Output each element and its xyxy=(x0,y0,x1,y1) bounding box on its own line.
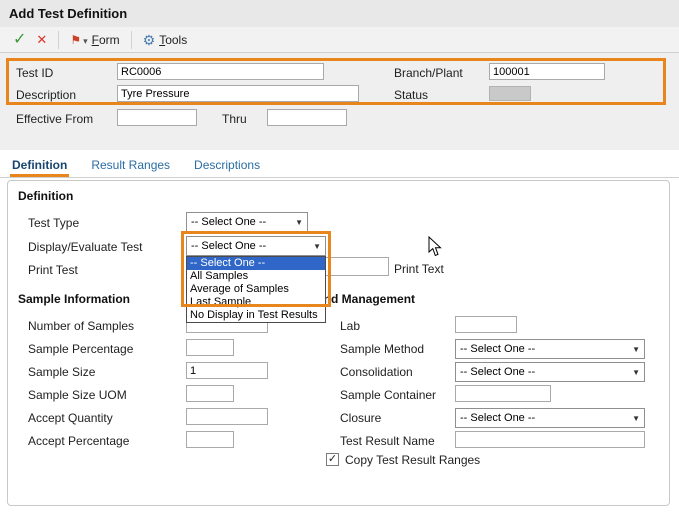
tab-descriptions[interactable]: Descriptions xyxy=(192,153,262,177)
consolidation-label: Consolidation xyxy=(340,365,413,379)
status-label: Status xyxy=(394,88,428,102)
dropdown-arrow-icon: ▼ xyxy=(295,218,303,227)
copy-test-result-ranges-label: Copy Test Result Ranges xyxy=(345,453,480,467)
tools-gear-icon: ⚙ xyxy=(143,33,156,47)
closure-selected-value: -- Select One -- xyxy=(460,412,535,424)
effective-from-input[interactable] xyxy=(117,109,197,126)
dropdown-arrow-icon: ▼ xyxy=(632,368,640,377)
print-text-label: Print Text xyxy=(394,262,444,276)
dropdown-option-average-of-samples[interactable]: Average of Samples xyxy=(187,283,325,296)
cancel-button[interactable]: ✕ xyxy=(31,31,52,48)
accept-percentage-label: Accept Percentage xyxy=(28,434,129,448)
accept-quantity-label: Accept Quantity xyxy=(28,411,113,425)
display-evaluate-test-label: Display/Evaluate Test xyxy=(28,240,143,254)
form-exit-icon: ⚑ xyxy=(70,34,81,46)
add-test-definition-window: Add Test Definition ✓ ✕ ⚑ ▾ Form ⚙ Tools… xyxy=(0,0,679,516)
sample-method-label: Sample Method xyxy=(340,342,424,356)
closure-select[interactable]: -- Select One -- ▼ xyxy=(455,408,645,428)
dropdown-option-select-one[interactable]: -- Select One -- xyxy=(187,257,325,270)
toolbar-separator xyxy=(58,31,59,49)
sample-size-input[interactable] xyxy=(186,362,268,379)
test-id-input[interactable] xyxy=(117,63,324,80)
number-of-samples-label: Number of Samples xyxy=(28,319,134,333)
dropdown-option-last-sample[interactable]: Last Sample xyxy=(187,296,325,309)
tab-definition[interactable]: Definition xyxy=(10,153,69,177)
sample-method-selected-value: -- Select One -- xyxy=(460,343,535,355)
test-id-label: Test ID xyxy=(16,66,53,80)
lab-input[interactable] xyxy=(455,316,517,333)
print-test-label: Print Test xyxy=(28,263,78,277)
form-menu-label: Form xyxy=(92,33,120,47)
sample-container-label: Sample Container xyxy=(340,388,436,402)
display-evaluate-test-select[interactable]: -- Select One -- ▼ xyxy=(186,236,326,256)
cancel-x-icon: ✕ xyxy=(36,33,47,46)
accept-quantity-input[interactable] xyxy=(186,408,268,425)
sample-container-input[interactable] xyxy=(455,385,551,402)
definition-group-heading: Definition xyxy=(18,189,73,203)
branch-plant-input[interactable] xyxy=(489,63,605,80)
page-title: Add Test Definition xyxy=(0,0,679,27)
tools-menu-label: Tools xyxy=(159,33,187,47)
sample-percentage-input[interactable] xyxy=(186,339,234,356)
ok-check-icon: ✓ xyxy=(13,32,26,48)
consolidation-select[interactable]: -- Select One -- ▼ xyxy=(455,362,645,382)
sample-information-heading: Sample Information xyxy=(18,292,130,306)
consolidation-selected-value: -- Select One -- xyxy=(460,366,535,378)
chevron-down-icon: ▾ xyxy=(83,37,88,46)
display-evaluate-dropdown-list: -- Select One -- All Samples Average of … xyxy=(186,256,326,323)
tab-bar: Definition Result Ranges Descriptions xyxy=(0,150,679,178)
sample-method-select[interactable]: -- Select One -- ▼ xyxy=(455,339,645,359)
effective-from-label: Effective From xyxy=(16,112,93,126)
dropdown-arrow-icon: ▼ xyxy=(632,414,640,423)
thru-input[interactable] xyxy=(267,109,347,126)
test-result-name-input[interactable] xyxy=(455,431,645,448)
sample-size-label: Sample Size xyxy=(28,365,95,379)
accept-percentage-input[interactable] xyxy=(186,431,234,448)
dropdown-option-all-samples[interactable]: All Samples xyxy=(187,270,325,283)
dropdown-arrow-icon: ▼ xyxy=(632,345,640,354)
sample-size-uom-label: Sample Size UOM xyxy=(28,388,127,402)
test-type-select[interactable]: -- Select One -- ▼ xyxy=(186,212,308,232)
check-icon: ✓ xyxy=(328,454,337,465)
dropdown-option-no-display[interactable]: No Display in Test Results xyxy=(187,309,325,322)
sample-percentage-label: Sample Percentage xyxy=(28,342,133,356)
tools-menu-button[interactable]: ⚙ Tools xyxy=(138,31,193,49)
test-result-name-label: Test Result Name xyxy=(340,434,435,448)
ok-button[interactable]: ✓ xyxy=(8,30,31,50)
test-type-label: Test Type xyxy=(28,216,79,230)
display-evaluate-selected-value: -- Select One -- xyxy=(191,240,266,252)
status-field-disabled xyxy=(489,86,531,101)
description-label: Description xyxy=(16,88,76,102)
description-input[interactable] xyxy=(117,85,359,102)
toolbar-separator xyxy=(131,31,132,49)
branch-plant-label: Branch/Plant xyxy=(394,66,463,80)
lab-label: Lab xyxy=(340,319,360,333)
toolbar: ✓ ✕ ⚑ ▾ Form ⚙ Tools xyxy=(0,27,679,53)
tab-result-ranges[interactable]: Result Ranges xyxy=(89,153,172,177)
copy-test-result-ranges-checkbox[interactable]: ✓ xyxy=(326,453,339,466)
closure-label: Closure xyxy=(340,411,381,425)
sample-size-uom-input[interactable] xyxy=(186,385,234,402)
thru-label: Thru xyxy=(222,112,247,126)
test-type-selected-value: -- Select One -- xyxy=(191,216,266,228)
dropdown-arrow-icon: ▼ xyxy=(313,242,321,251)
form-menu-button[interactable]: ⚑ ▾ Form xyxy=(65,31,124,49)
